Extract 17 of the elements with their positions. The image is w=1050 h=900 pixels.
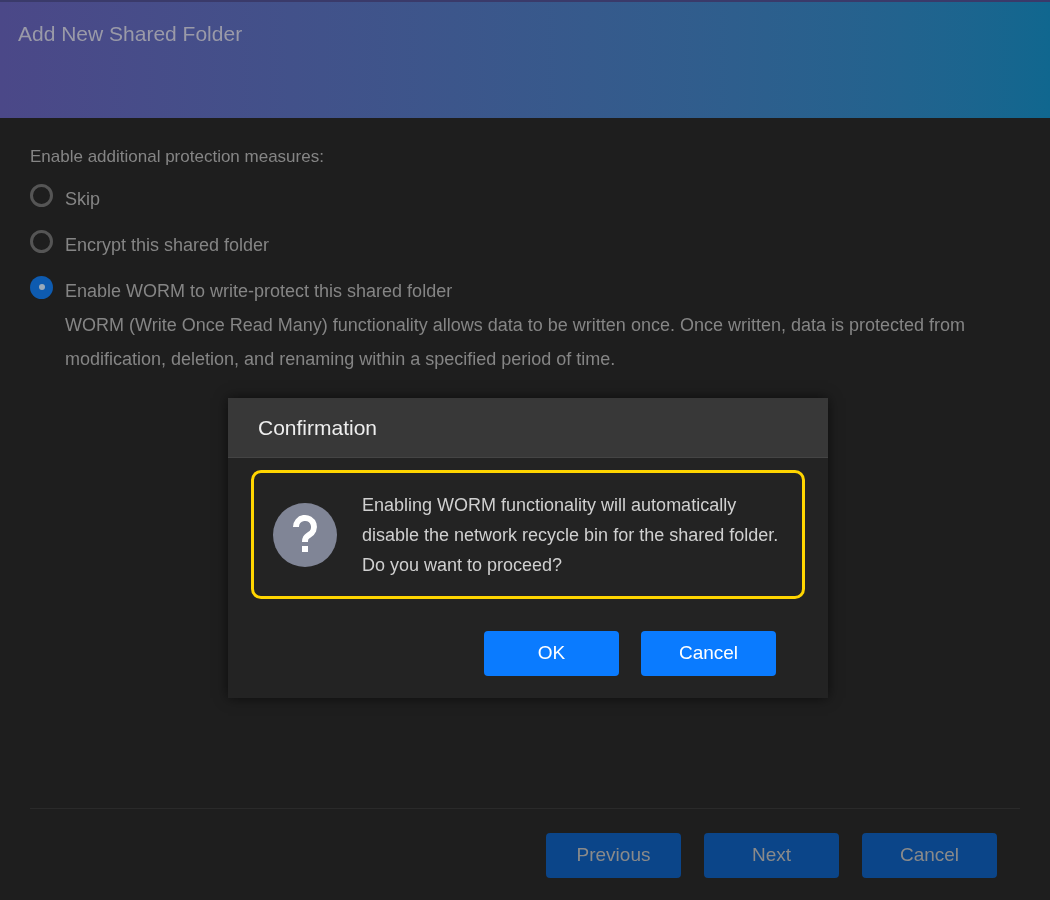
radio-button[interactable] — [30, 229, 53, 253]
window-title: Add New Shared Folder — [18, 21, 243, 47]
dialog-button[interactable]: OK — [484, 631, 619, 676]
section-label: Enable additional protection measures: — [30, 146, 324, 168]
dialog-button[interactable]: Cancel — [641, 631, 776, 676]
radio-label: Encrypt this shared folder — [65, 233, 270, 257]
dialog-message: Enabling WORM functionality will automatically disable the network recycle bin for the shared folder. Do you want to proceed? — [362, 493, 780, 577]
footer-button[interactable]: Next — [704, 833, 839, 878]
radio-button[interactable] — [30, 275, 53, 299]
question-icon — [273, 502, 337, 567]
option-description: WORM (Write Once Read Many) functionality allows data to be written once. Once written, data is protected from modification, deletion, and renaming within a specified period of time. — [65, 313, 967, 371]
radio-label: Skip — [65, 187, 100, 211]
radio-label: Enable WORM to write-protect this shared folder — [65, 279, 453, 303]
dialog-title: Confirmation — [258, 414, 378, 441]
radio-button[interactable] — [30, 183, 53, 207]
footer-button[interactable]: Cancel — [862, 833, 997, 878]
footer-button[interactable]: Previous — [546, 833, 681, 878]
